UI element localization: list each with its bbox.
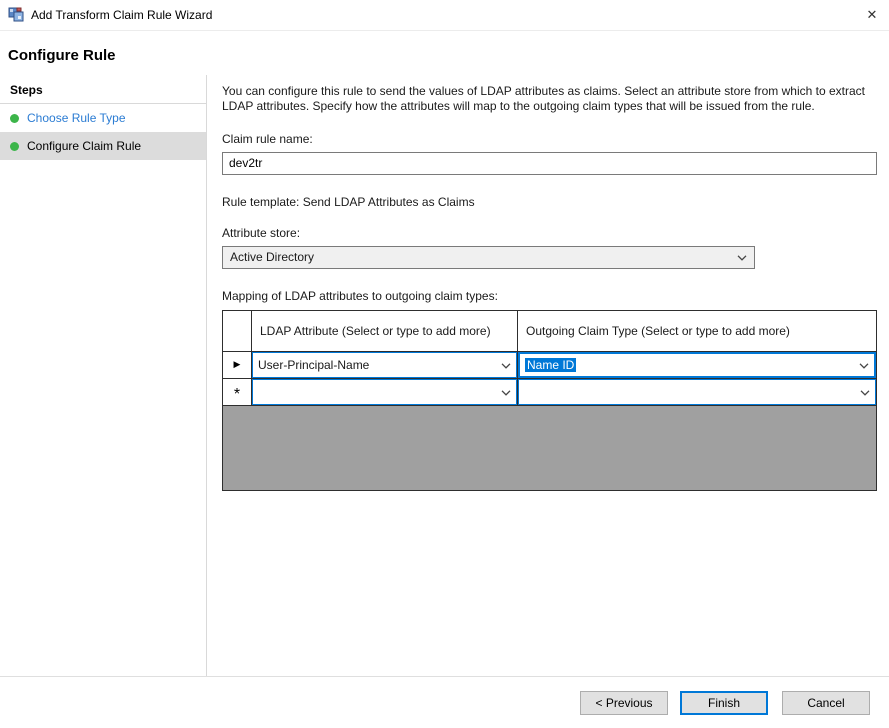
wizard-window: Add Transform Claim Rule Wizard ✕ Config… bbox=[0, 0, 889, 728]
outgoing-claim-type-column-header: Outgoing Claim Type (Select or type to a… bbox=[518, 311, 876, 352]
ldap-attribute-column-header: LDAP Attribute (Select or type to add mo… bbox=[252, 311, 518, 352]
rule-template-text: Rule template: Send LDAP Attributes as C… bbox=[222, 195, 877, 209]
rule-description: You can configure this rule to send the … bbox=[222, 84, 877, 115]
table-row-2-claim-cell bbox=[518, 379, 876, 406]
previous-button[interactable]: < Previous bbox=[580, 691, 668, 715]
row-indicator-cell: * bbox=[223, 379, 252, 406]
sidebar-item-configure-claim-rule[interactable]: Configure Claim Rule bbox=[0, 132, 206, 160]
ldap-attribute-select-row1[interactable]: User-Principal-Name bbox=[252, 352, 517, 378]
grid-empty-area bbox=[223, 406, 876, 490]
step-bullet-icon bbox=[10, 142, 19, 151]
wizard-body: Steps Choose Rule Type Configure Claim R… bbox=[0, 75, 889, 676]
chevron-down-icon bbox=[860, 385, 870, 399]
title-bar: Add Transform Claim Rule Wizard ✕ bbox=[0, 0, 889, 31]
ldap-attribute-value: User-Principal-Name bbox=[258, 358, 369, 372]
step-label: Configure Claim Rule bbox=[27, 139, 141, 153]
chevron-down-icon bbox=[737, 250, 747, 264]
ldap-attribute-select-row2[interactable] bbox=[252, 379, 517, 405]
current-row-arrow-icon: ▶ bbox=[234, 359, 241, 370]
cancel-button[interactable]: Cancel bbox=[782, 691, 870, 715]
claim-rule-name-label: Claim rule name: bbox=[222, 132, 877, 146]
button-bar: < Previous Finish Cancel bbox=[0, 676, 889, 728]
outgoing-claim-type-value: Name ID bbox=[525, 358, 576, 372]
close-icon[interactable]: ✕ bbox=[855, 0, 889, 30]
attribute-store-label: Attribute store: bbox=[222, 226, 877, 240]
table-row-2-ldap-cell bbox=[252, 379, 518, 406]
attribute-store-select[interactable]: Active Directory bbox=[222, 246, 755, 269]
step-label: Choose Rule Type bbox=[27, 111, 126, 125]
outgoing-claim-type-select-row1[interactable]: Name ID bbox=[518, 352, 876, 378]
steps-sidebar: Steps Choose Rule Type Configure Claim R… bbox=[0, 75, 207, 676]
page-title: Configure Rule bbox=[0, 31, 889, 75]
chevron-down-icon bbox=[501, 385, 511, 399]
finish-button[interactable]: Finish bbox=[680, 691, 768, 715]
outgoing-claim-type-select-row2[interactable] bbox=[518, 379, 876, 405]
sidebar-item-choose-rule-type[interactable]: Choose Rule Type bbox=[0, 104, 206, 132]
main-content: You can configure this rule to send the … bbox=[207, 75, 889, 676]
chevron-down-icon bbox=[859, 358, 869, 372]
row-indicator-cell: ▶ bbox=[223, 352, 252, 379]
wizard-icon bbox=[8, 7, 24, 23]
claim-rule-name-input[interactable] bbox=[222, 152, 877, 175]
table-row-1-ldap-cell: User-Principal-Name bbox=[252, 352, 518, 379]
table-row-1-claim-cell: Name ID bbox=[518, 352, 876, 379]
mapping-grid: LDAP Attribute (Select or type to add mo… bbox=[222, 310, 877, 491]
window-title: Add Transform Claim Rule Wizard bbox=[31, 8, 212, 22]
step-bullet-icon bbox=[10, 114, 19, 123]
grid-corner-header bbox=[223, 311, 252, 352]
steps-header: Steps bbox=[0, 75, 206, 104]
chevron-down-icon bbox=[501, 358, 511, 372]
mapping-label: Mapping of LDAP attributes to outgoing c… bbox=[222, 289, 877, 303]
attribute-store-value: Active Directory bbox=[230, 250, 314, 264]
new-row-asterisk-icon: * bbox=[234, 390, 240, 400]
